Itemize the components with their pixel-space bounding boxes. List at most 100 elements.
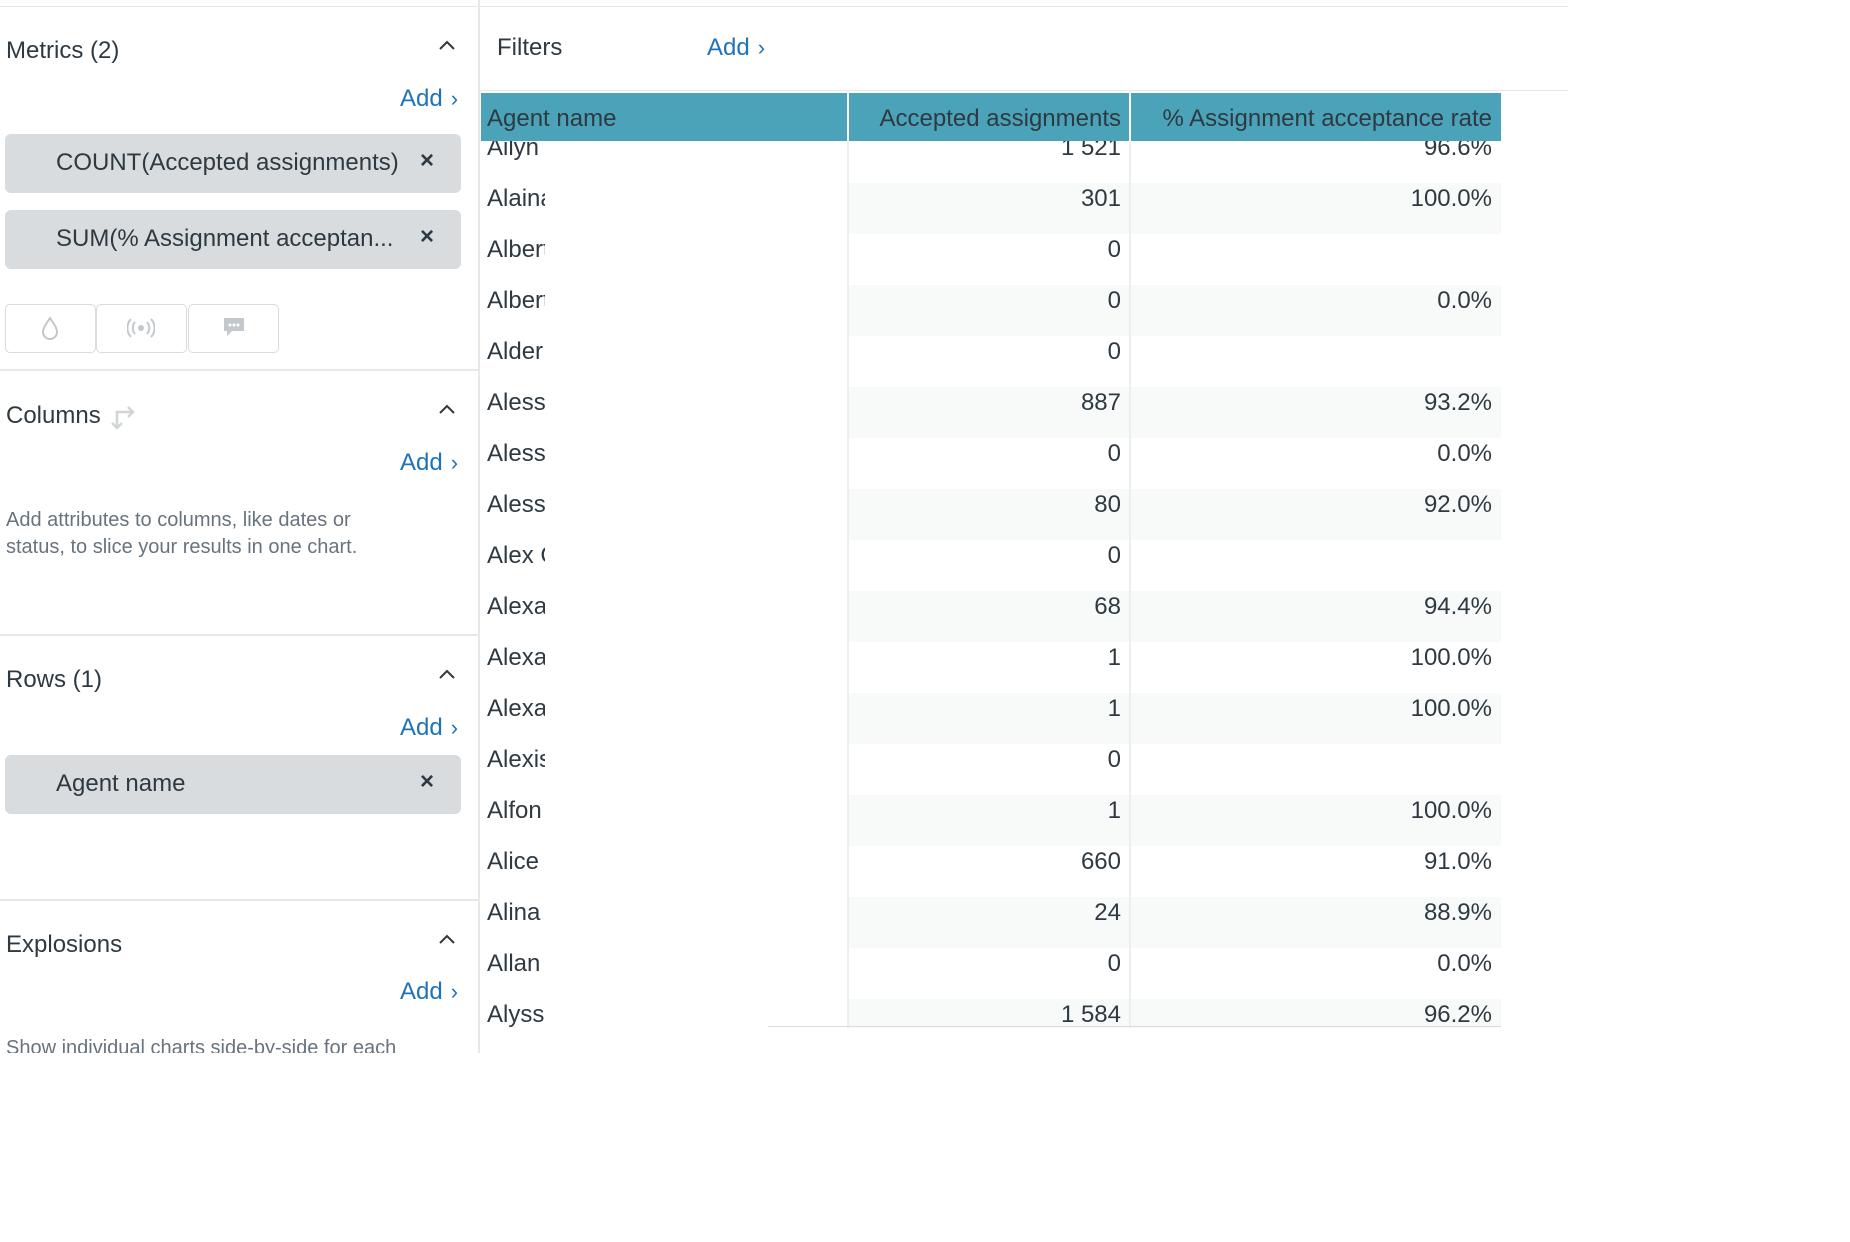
table-row[interactable]: Alexa 1 100.0%	[481, 693, 1501, 744]
cell-accepted-assignments: 1	[1107, 797, 1121, 824]
chevron-up-icon[interactable]	[436, 929, 458, 951]
cell-acceptance-rate: 100.0%	[1410, 644, 1492, 671]
cell-acceptance-rate: 0.0%	[1437, 440, 1492, 467]
cell-agent-name: Alice	[487, 848, 540, 875]
cell-accepted-assignments: 24	[1094, 899, 1121, 926]
add-label: Add	[400, 714, 443, 741]
cell-agent-name: Aless	[487, 440, 545, 467]
chart-area: Filters Add› Ailyn1 52196.6%Alaina301100…	[480, 0, 1568, 1053]
table-row[interactable]: Aless 0 0.0%	[481, 438, 1501, 489]
row-pill-label: Agent name	[56, 770, 186, 797]
divider	[0, 634, 478, 636]
cell-acceptance-rate: 100.0%	[1410, 797, 1492, 824]
remove-icon[interactable]: ×	[415, 768, 439, 796]
cell-accepted-assignments: 0	[1107, 542, 1121, 569]
metrics-add-link[interactable]: Add ›	[400, 85, 458, 113]
table-row[interactable]: Alexa 1 100.0%	[481, 642, 1501, 693]
table-row[interactable]: Alder 0	[481, 336, 1501, 387]
cell-acceptance-rate: 0.0%	[1437, 950, 1492, 977]
chevron-up-icon[interactable]	[436, 399, 458, 421]
comment-icon-button[interactable]	[188, 304, 279, 353]
table-row[interactable]: Alaina 301 100.0%	[481, 183, 1501, 234]
drop-icon-button[interactable]	[5, 304, 96, 353]
table-row[interactable]: Allan 0 0.0%	[481, 948, 1501, 999]
cell-accepted-assignments: 0	[1107, 287, 1121, 314]
table-row[interactable]: Alexis 0	[481, 744, 1501, 795]
cell-accepted-assignments: 1 584	[1060, 1001, 1121, 1028]
swap-icon[interactable]	[111, 402, 139, 430]
table-row[interactable]: Alfon 1 100.0%	[481, 795, 1501, 846]
cell-agent-name: Alexis	[487, 746, 545, 773]
table-row[interactable]: Alina 24 88.9%	[481, 897, 1501, 948]
rows-section-title: Rows (1)	[6, 666, 103, 693]
chevron-up-icon[interactable]	[436, 664, 458, 686]
broadcast-icon	[127, 318, 155, 338]
column-header-accepted-assignments[interactable]: Accepted assignments	[849, 105, 1121, 133]
divider	[0, 369, 478, 371]
explosions-description: Show individual charts side-by-side for …	[6, 1037, 397, 1053]
columns-add-link[interactable]: Add ›	[400, 449, 458, 477]
divider	[768, 1026, 1501, 1027]
cell-accepted-assignments: 0	[1107, 338, 1121, 365]
cell-agent-name: Albert	[487, 287, 545, 314]
cell-acceptance-rate: 93.2%	[1423, 389, 1492, 416]
table-row[interactable]: Alex C 0	[481, 540, 1501, 591]
add-label: Add	[400, 978, 443, 1005]
remove-icon[interactable]: ×	[415, 223, 439, 251]
description-line: status, to slice your results in one cha…	[6, 536, 358, 558]
table-header: Agent name Accepted assignments % Assign…	[481, 93, 1501, 141]
metrics-section-title: Metrics (2)	[6, 37, 120, 64]
chevron-right-icon: ›	[450, 450, 459, 475]
cell-agent-name: Alex C	[487, 542, 545, 569]
cell-agent-name: Alina	[487, 899, 541, 926]
chevron-right-icon: ›	[450, 979, 459, 1004]
cell-agent-name: Alfon	[487, 797, 542, 824]
divider	[480, 90, 1568, 91]
table-row[interactable]: Albert 0 0.0%	[481, 285, 1501, 336]
cell-agent-name: Alyss	[487, 1001, 545, 1028]
columns-section-title: Columns	[6, 402, 101, 429]
columns-description: Add attributes to columns, like dates or…	[6, 507, 357, 561]
explosions-add-link[interactable]: Add ›	[400, 978, 458, 1006]
config-panel: Metrics (2) Add › COUNT(Accepted assignme…	[0, 0, 480, 1053]
cell-agent-name: Albert	[487, 236, 545, 263]
column-header-agent-name[interactable]: Agent name	[487, 105, 616, 133]
rows-add-link[interactable]: Add ›	[400, 714, 458, 742]
cell-accepted-assignments: 660	[1080, 848, 1121, 875]
cell-accepted-assignments: 0	[1107, 236, 1121, 263]
cell-acceptance-rate: 96.2%	[1423, 1001, 1492, 1028]
metric-pill[interactable]: SUM(% Assignment acceptan... ×	[5, 210, 461, 269]
metric-pill[interactable]: COUNT(Accepted assignments) ×	[5, 134, 461, 193]
table-row[interactable]: Alyss 1 584 96.2%	[481, 999, 1501, 1028]
cell-accepted-assignments: 1	[1107, 695, 1121, 722]
chevron-up-icon[interactable]	[436, 35, 458, 57]
cell-accepted-assignments: 301	[1080, 185, 1121, 212]
table-row[interactable]: Albert 0	[481, 234, 1501, 285]
cell-acceptance-rate: 100.0%	[1410, 185, 1492, 212]
remove-icon[interactable]: ×	[415, 147, 439, 175]
row-pill[interactable]: Agent name ×	[5, 755, 461, 814]
table-row[interactable]: Alice 660 91.0%	[481, 846, 1501, 897]
drop-icon	[41, 316, 59, 340]
cell-agent-name: Alexa	[487, 644, 545, 671]
cell-acceptance-rate: 92.0%	[1423, 491, 1492, 518]
divider	[0, 899, 478, 901]
add-label: Add	[400, 449, 443, 476]
filters-add-link[interactable]: Add ›	[707, 34, 765, 62]
comment-icon	[224, 318, 244, 336]
cell-accepted-assignments: 0	[1107, 440, 1121, 467]
metric-pill-label: SUM(% Assignment acceptan...	[56, 225, 394, 252]
cell-agent-name: Allan	[487, 950, 541, 977]
table-row[interactable]: Alexa 68 94.4%	[481, 591, 1501, 642]
cell-agent-name: Alexa	[487, 695, 545, 722]
cell-accepted-assignments: 0	[1107, 950, 1121, 977]
cell-agent-name: Alaina	[487, 185, 545, 212]
cell-accepted-assignments: 80	[1094, 491, 1121, 518]
table-row[interactable]: Aless 80 92.0%	[481, 489, 1501, 540]
broadcast-icon-button[interactable]	[96, 304, 187, 353]
table-row[interactable]: Aless 887 93.2%	[481, 387, 1501, 438]
description-line: Add attributes to columns, like dates or	[6, 509, 351, 531]
cell-accepted-assignments: 887	[1080, 389, 1121, 416]
column-separator	[1129, 141, 1131, 1028]
column-header-acceptance-rate[interactable]: % Assignment acceptance rate	[1131, 105, 1492, 133]
